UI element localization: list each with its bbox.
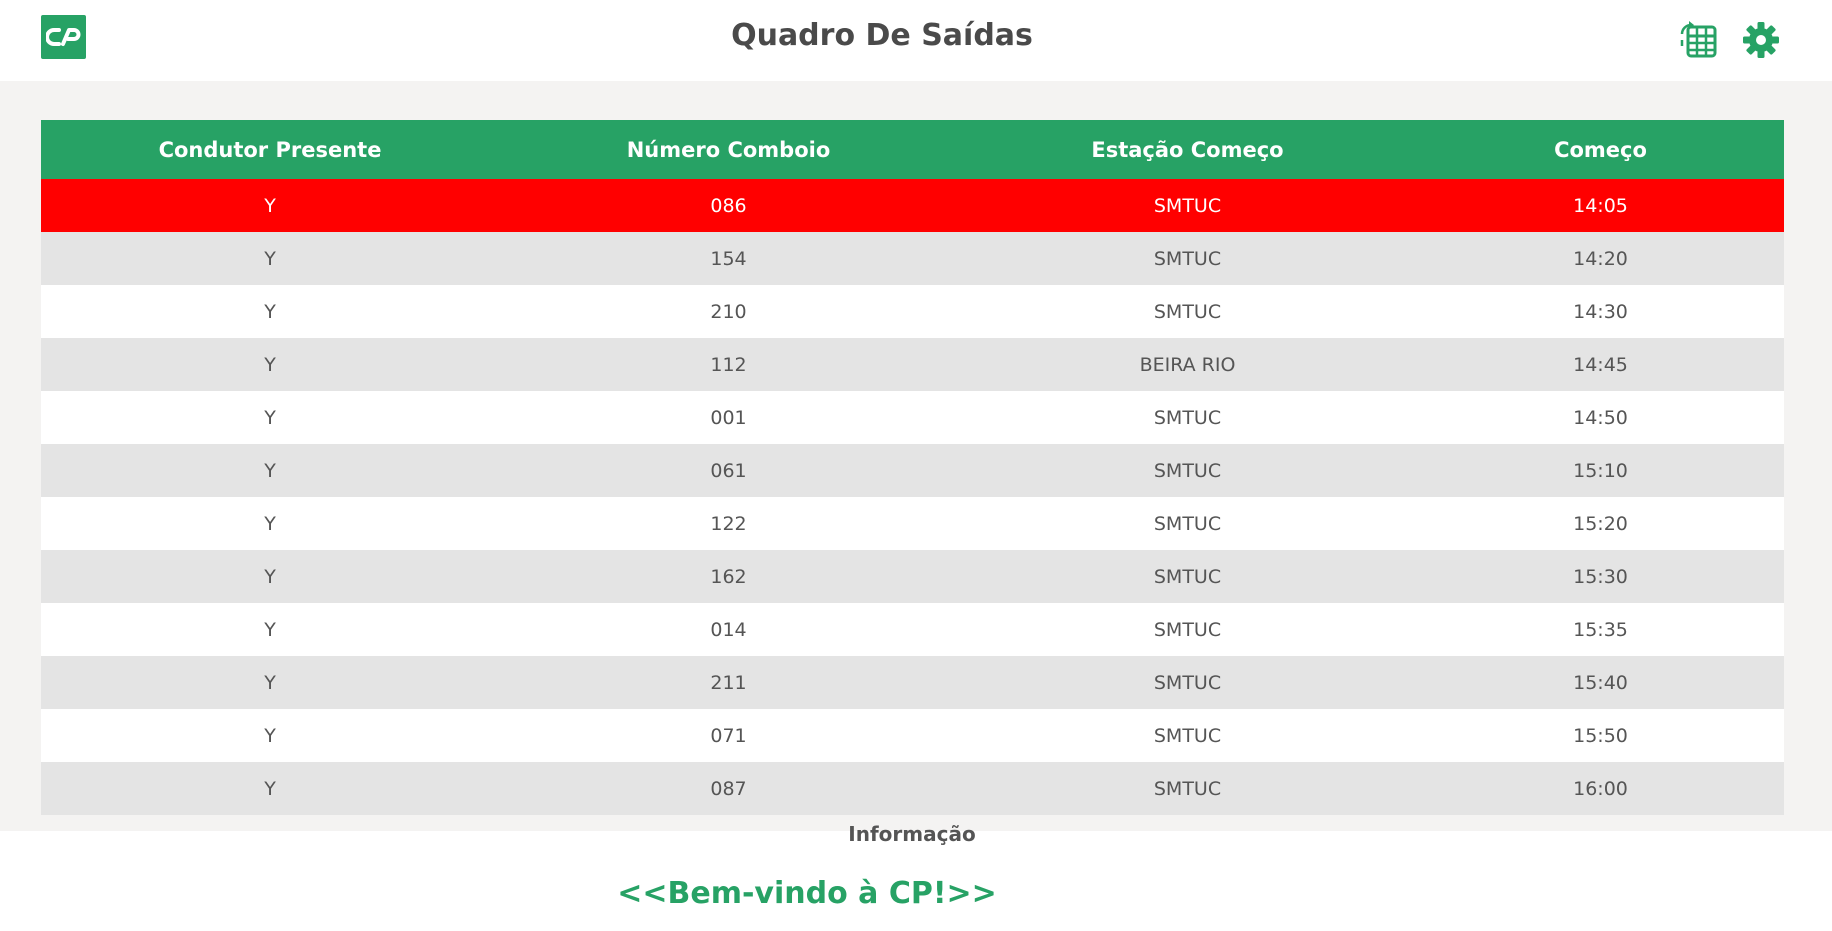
cell-numero: 112: [710, 353, 747, 376]
cell-numero: 061: [710, 459, 747, 482]
table-row[interactable]: Y 061 SMTUC 15:10: [41, 444, 1784, 497]
cell-comeco: 15:50: [1573, 724, 1628, 747]
cell-comeco: 15:40: [1573, 671, 1628, 694]
cell-comeco: 14:45: [1573, 353, 1628, 376]
cell-estacao: SMTUC: [1153, 247, 1222, 270]
cell-estacao: SMTUC: [1153, 777, 1222, 800]
cell-numero: 086: [710, 194, 747, 217]
cell-numero: 210: [710, 300, 747, 323]
column-header-condutor: Condutor Presente: [41, 120, 499, 179]
table-row[interactable]: Y 122 SMTUC 15:20: [41, 497, 1784, 550]
cell-estacao: SMTUC: [1153, 565, 1222, 588]
column-header-estacao: Estação Começo: [958, 120, 1417, 179]
table-row[interactable]: Y 211 SMTUC 15:40: [41, 656, 1784, 709]
table-row[interactable]: Y 086 SMTUC 14:05: [41, 179, 1784, 232]
table-row[interactable]: Y 001 SMTUC 14:50: [41, 391, 1784, 444]
cell-numero: 071: [710, 724, 747, 747]
cell-condutor: Y: [264, 671, 276, 694]
cell-comeco: 16:00: [1573, 777, 1628, 800]
column-header-comeco: Começo: [1417, 120, 1784, 179]
info-label: Informação: [848, 822, 976, 846]
table-row[interactable]: Y 014 SMTUC 15:35: [41, 603, 1784, 656]
table-refresh-icon[interactable]: [1678, 19, 1720, 61]
cell-condutor: Y: [264, 618, 276, 641]
cell-numero: 122: [710, 512, 747, 535]
cell-numero: 162: [710, 565, 747, 588]
cell-condutor: Y: [264, 565, 276, 588]
cell-condutor: Y: [264, 247, 276, 270]
page-title: Quadro De Saídas: [731, 18, 1033, 53]
departures-table: Condutor Presente Número Comboio Estação…: [41, 120, 1784, 815]
cell-comeco: 15:20: [1573, 512, 1628, 535]
cell-numero: 001: [710, 406, 747, 429]
table-header-row: Condutor Presente Número Comboio Estação…: [41, 120, 1784, 179]
cell-numero: 211: [710, 671, 747, 694]
cell-comeco: 15:30: [1573, 565, 1628, 588]
table-row[interactable]: Y 154 SMTUC 14:20: [41, 232, 1784, 285]
cell-condutor: Y: [264, 512, 276, 535]
cell-estacao: SMTUC: [1153, 300, 1222, 323]
cell-estacao: SMTUC: [1153, 194, 1222, 217]
cell-numero: 154: [710, 247, 747, 270]
table-row[interactable]: Y 087 SMTUC 16:00: [41, 762, 1784, 815]
cell-estacao: SMTUC: [1153, 671, 1222, 694]
table-row[interactable]: Y 071 SMTUC 15:50: [41, 709, 1784, 762]
cell-numero: 014: [710, 618, 747, 641]
cell-condutor: Y: [264, 194, 276, 217]
cell-comeco: 14:50: [1573, 406, 1628, 429]
cell-condutor: Y: [264, 300, 276, 323]
cell-comeco: 15:35: [1573, 618, 1628, 641]
cell-estacao: SMTUC: [1153, 724, 1222, 747]
table-row[interactable]: Y 210 SMTUC 14:30: [41, 285, 1784, 338]
cell-estacao: SMTUC: [1153, 618, 1222, 641]
cell-condutor: Y: [264, 777, 276, 800]
table-row[interactable]: Y 162 SMTUC 15:30: [41, 550, 1784, 603]
welcome-ticker: <<Bem-vindo à CP!>>: [617, 876, 997, 911]
cell-estacao: SMTUC: [1153, 459, 1222, 482]
cell-estacao: BEIRA RIO: [1139, 353, 1236, 376]
cell-comeco: 14:05: [1573, 194, 1628, 217]
top-header: Quadro De Saídas: [0, 0, 1832, 81]
cell-comeco: 14:20: [1573, 247, 1628, 270]
table-row[interactable]: Y 112 BEIRA RIO 14:45: [41, 338, 1784, 391]
gear-icon[interactable]: [1740, 19, 1782, 61]
departures-board[interactable]: Condutor Presente Número Comboio Estação…: [41, 120, 1784, 831]
cell-estacao: SMTUC: [1153, 512, 1222, 535]
cell-comeco: 14:30: [1573, 300, 1628, 323]
cell-numero: 087: [710, 777, 747, 800]
cell-estacao: SMTUC: [1153, 406, 1222, 429]
cell-condutor: Y: [264, 406, 276, 429]
column-header-numero: Número Comboio: [499, 120, 958, 179]
cell-comeco: 15:10: [1573, 459, 1628, 482]
cell-condutor: Y: [264, 459, 276, 482]
cell-condutor: Y: [264, 724, 276, 747]
cell-condutor: Y: [264, 353, 276, 376]
